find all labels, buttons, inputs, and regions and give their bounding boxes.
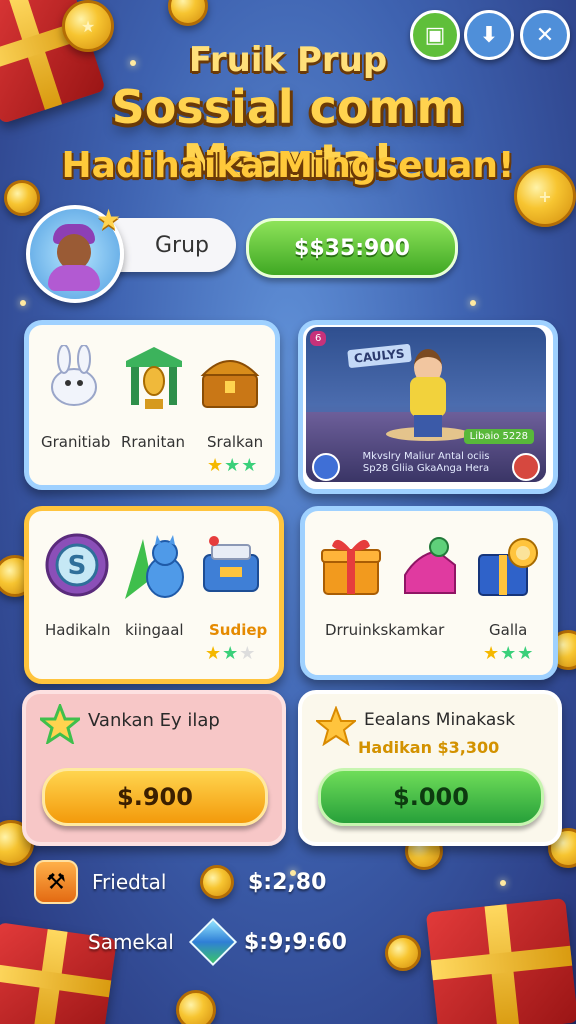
offer-buy-button-left[interactable]: $.900 — [42, 768, 268, 826]
offer-buy-button-right[interactable]: $.000 — [318, 768, 544, 826]
stat-value: $:9;9:60 — [244, 929, 347, 955]
gift-box-icon — [317, 529, 385, 601]
level-badge: 6 — [310, 331, 327, 346]
reward-card-1[interactable]: Granitiab Rranitan Sralkan ★★★ — [24, 320, 280, 490]
coin-decoration — [385, 935, 421, 971]
bunny-icon — [43, 343, 105, 413]
title-line-3: Hadihaika Mingseuan! — [61, 145, 515, 186]
item-label: Rranitan — [121, 433, 186, 451]
chest-icon — [199, 345, 261, 413]
gem-icon — [188, 917, 238, 967]
coin-decoration — [168, 0, 208, 26]
reward-card-3[interactable]: S Hadikaln kiingaal Sudiep ★★★ — [24, 506, 284, 684]
coin-icon — [200, 865, 234, 899]
tools-icon[interactable] — [512, 453, 540, 481]
character-icon — [404, 349, 452, 439]
cube-icon — [34, 922, 74, 962]
game-screen: ★ + ▣ ⬇ ✕ Fruik Prup Sossial comm Msanta… — [0, 0, 576, 1024]
star-rating: ★★★ — [483, 643, 535, 664]
settings-icon[interactable] — [312, 453, 340, 481]
offer-price: $.900 — [117, 783, 193, 811]
scene-description: Mkvslry Maliur Antal ociis Sp28 Gliia Gk… — [362, 451, 490, 474]
toolbox-icon — [197, 529, 265, 603]
sparkle — [500, 880, 506, 886]
offer-subtitle: Hadikan $3,300 — [358, 738, 500, 757]
offer-card-left: Vankan Ey ilap $.900 — [22, 690, 286, 846]
hammer-icon: ⚒ — [34, 860, 78, 904]
avatar[interactable]: ★ — [26, 203, 124, 303]
star-rating: ★★★ — [207, 455, 259, 476]
item-label: Sralkan — [207, 433, 264, 451]
shop-sign: CAULYS — [347, 343, 412, 369]
item-label: Hadikaln — [45, 621, 111, 639]
offer-card-right: Eealans Minakask Hadikan $3,300 $.000 — [298, 690, 562, 846]
stat-label: Samekal — [88, 930, 174, 954]
star-icon: ★ — [96, 203, 122, 236]
svg-text:S: S — [68, 551, 87, 581]
dollar-medal-icon: S — [43, 529, 111, 601]
stat-row-1: ⚒ Friedtal $:2,80 — [34, 860, 326, 904]
gift-decoration-bottom-right — [425, 898, 576, 1024]
stat-row-2: Samekal $:9;9:60 — [34, 917, 347, 967]
item-label: kiingaal — [125, 621, 184, 639]
balance-value: $$35:900 — [294, 235, 410, 261]
offer-price: $.000 — [393, 783, 469, 811]
gem-shoe-icon — [397, 533, 463, 603]
stat-label: Friedtal — [92, 870, 167, 894]
balance-button[interactable]: $$35:900 — [246, 218, 458, 278]
star-rating: ★★★ — [205, 643, 257, 664]
gift-medal-icon — [473, 529, 543, 603]
cat-statue-icon — [121, 529, 191, 603]
star-badge-icon — [40, 704, 80, 744]
game-scene-preview[interactable]: 6 CAULYS Libaio 5228 Mkvslry Maliur Anta… — [306, 327, 546, 482]
title-line-1: Fruik Prup — [188, 40, 388, 80]
stat-value: $:2,80 — [248, 869, 327, 895]
group-label: Grup — [154, 232, 209, 258]
sparkle — [470, 300, 476, 306]
item-label: Galla — [489, 621, 528, 639]
reward-card-4[interactable]: Drruinkskamkar Galla ★★★ — [300, 506, 558, 680]
group-button[interactable]: Grup — [110, 218, 236, 272]
trophy-icon — [121, 343, 187, 415]
coin-decoration — [176, 990, 216, 1024]
item-label: Drruinkskamkar — [325, 621, 445, 639]
scene-tag: Libaio 5228 — [463, 429, 534, 444]
item-label: Granitiab — [41, 433, 111, 451]
offer-title: Vankan Ey ilap — [88, 710, 220, 731]
item-label: Sudiep — [209, 621, 268, 639]
offer-title: Eealans Minakask — [364, 710, 516, 730]
sparkle — [20, 300, 26, 306]
star-badge-icon — [316, 706, 356, 746]
